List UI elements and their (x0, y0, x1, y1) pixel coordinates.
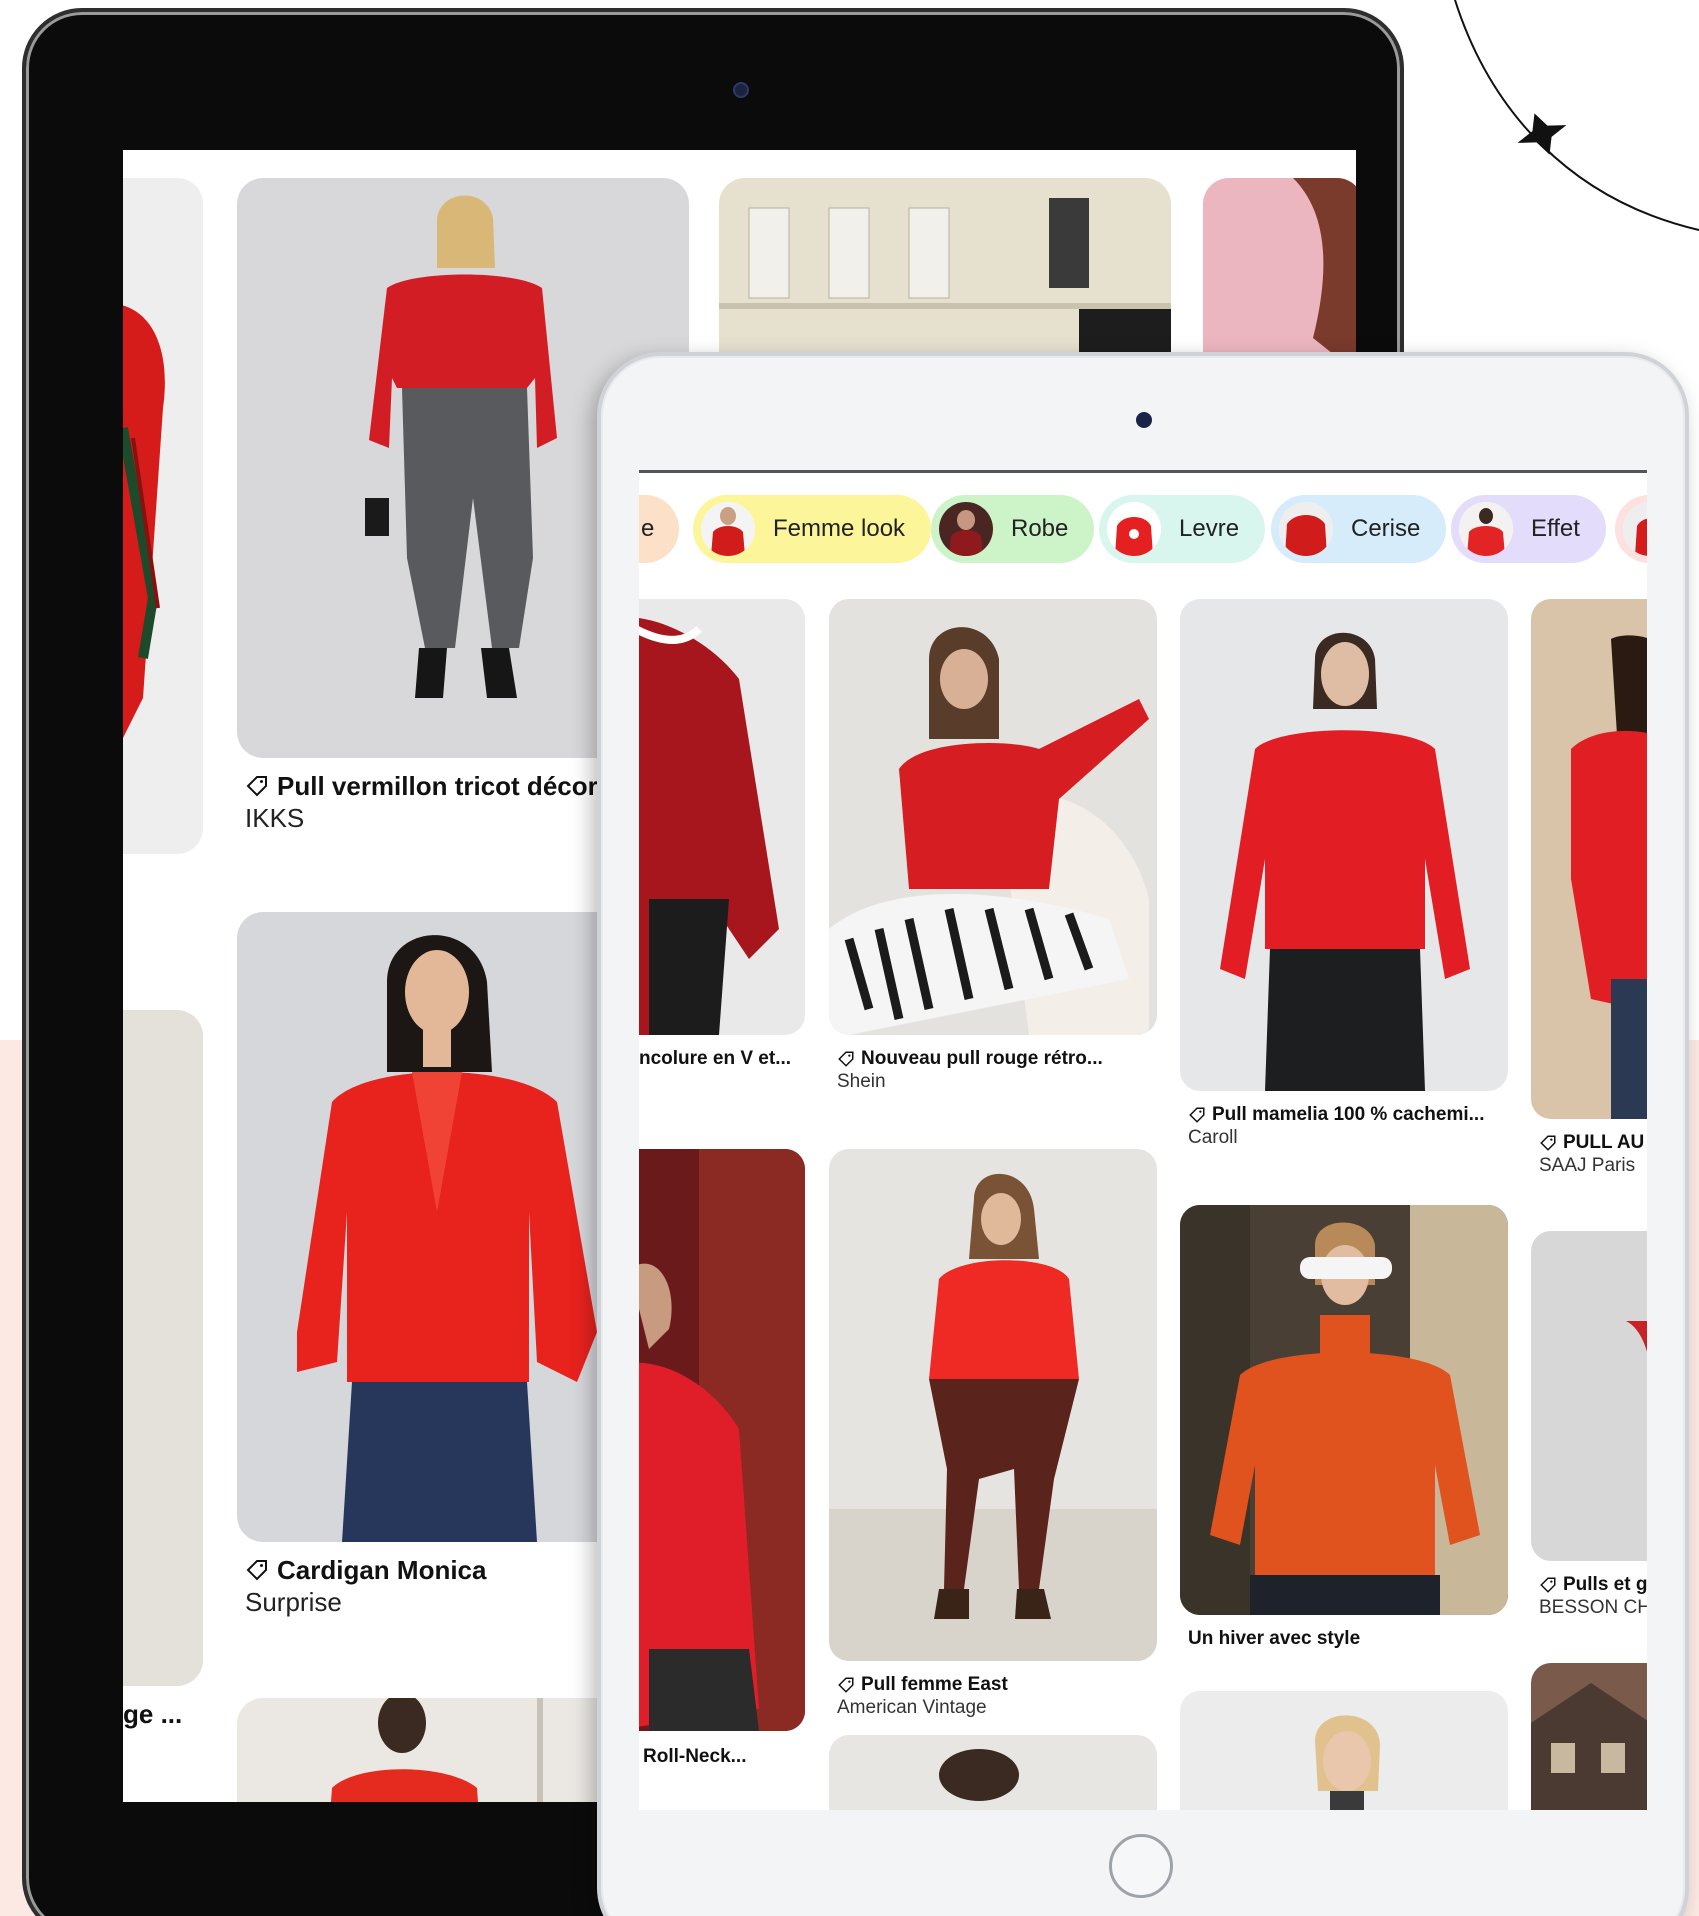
tag-icon (838, 1677, 854, 1693)
chip-levre[interactable]: Levre (1099, 495, 1266, 563)
chip-partial-right[interactable] (1615, 495, 1647, 563)
marketing-canvas: Pull vermillon tricot décor... IKKS Card… (0, 0, 1699, 1916)
pin-image-pull-femme-east[interactable] (829, 1149, 1157, 1661)
pin-title[interactable]: PULL AU (1563, 1131, 1644, 1154)
tag-icon (838, 1051, 854, 1067)
pin-title[interactable]: Cardigan Monica (277, 1554, 486, 1586)
chip-label: Effet (1531, 515, 1580, 542)
chip-effet[interactable]: Effet (1451, 495, 1606, 563)
pin-title[interactable]: ncolure en V et... (639, 1047, 805, 1070)
front-tablet: e Femme look Robe Levre Cerise Effet nco… (597, 352, 1689, 1916)
tag-icon (1189, 1107, 1205, 1123)
chip-avatar (1279, 502, 1333, 556)
chip-avatar (1107, 502, 1161, 556)
pin-caption: Roll-Neck... (643, 1745, 803, 1768)
tag-icon (246, 776, 267, 797)
home-button[interactable] (1109, 1834, 1173, 1898)
pin-image-pull-au[interactable] (1531, 599, 1647, 1119)
pin-caption: Pulls et g BESSON CH (1539, 1573, 1647, 1619)
pin-title[interactable]: Pull mamelia 100 % cachemi... (1212, 1103, 1484, 1126)
pin-source[interactable]: American Vintage (837, 1696, 1157, 1719)
pin-title[interactable]: Roll-Neck... (643, 1745, 803, 1768)
chip-avatar (939, 502, 993, 556)
chip-label: Femme look (773, 515, 906, 542)
pin-image-bottom-col2[interactable] (829, 1735, 1157, 1810)
chip-label: Cerise (1351, 515, 1421, 542)
pin-caption: Un hiver avec style (1188, 1627, 1508, 1650)
pin-image-pull-rouge-retro[interactable] (829, 599, 1157, 1035)
chip-avatar (1623, 502, 1647, 556)
decorative-arc-star (1454, 0, 1699, 231)
camera-icon (733, 82, 749, 98)
pin-image-pulls-et[interactable] (1531, 1231, 1647, 1561)
pin-title[interactable]: Pulls et g (1563, 1573, 1647, 1596)
pin-caption: ge ... (123, 1698, 203, 1730)
pin-source[interactable]: Shein (837, 1070, 1157, 1093)
pin-image-building[interactable] (719, 178, 1171, 378)
pin-image-v-neck[interactable] (639, 599, 805, 1035)
chip-label: e (641, 515, 655, 542)
pin-image-un-hiver-avec-style[interactable] (1180, 1205, 1508, 1615)
pin-caption: ncolure en V et... (639, 1047, 805, 1070)
pin-image-pink-knit[interactable] (1203, 178, 1356, 378)
chip-label: Robe (1011, 515, 1069, 542)
pin-image-roll-neck[interactable] (639, 1149, 805, 1731)
pin-title[interactable]: Pull femme East (861, 1673, 1008, 1696)
pin-source[interactable]: BESSON CH (1539, 1596, 1647, 1619)
tag-icon (246, 1560, 267, 1581)
chip-robe[interactable]: Robe (931, 495, 1095, 563)
pin-image-bottom-col3[interactable] (1180, 1691, 1508, 1810)
pin-image-pull-mamelia[interactable] (1180, 599, 1508, 1091)
tag-icon (1540, 1577, 1556, 1593)
tag-icon (1540, 1135, 1556, 1151)
pin-caption: Nouveau pull rouge rétro... Shein (837, 1047, 1157, 1093)
pin-image-scarf[interactable] (123, 178, 203, 854)
pin-title[interactable]: Pull vermillon tricot décor... (277, 770, 618, 802)
camera-icon (1136, 412, 1152, 428)
pin-caption: Pull femme East American Vintage (837, 1673, 1157, 1719)
chip-cerise[interactable]: Cerise (1271, 495, 1447, 563)
pin-caption: PULL AU SAAJ Paris (1539, 1131, 1647, 1177)
pin-title[interactable]: Un hiver avec style (1188, 1627, 1508, 1650)
pin-title[interactable]: Nouveau pull rouge rétro... (861, 1047, 1103, 1070)
chip-partial[interactable]: e (639, 495, 679, 563)
pin-image-beige[interactable] (123, 1010, 203, 1686)
chip-avatar (1459, 502, 1513, 556)
pin-source[interactable]: SAAJ Paris (1539, 1154, 1647, 1177)
front-tablet-screen: e Femme look Robe Levre Cerise Effet nco… (639, 470, 1647, 1810)
pin-source[interactable]: Caroll (1188, 1126, 1508, 1149)
chip-avatar (701, 502, 755, 556)
pin-caption: Pull mamelia 100 % cachemi... Caroll (1188, 1103, 1508, 1149)
pin-image-bottom-col4[interactable] (1531, 1663, 1647, 1810)
chip-label: Levre (1179, 515, 1240, 542)
chip-femme-look[interactable]: Femme look (693, 495, 932, 563)
pin-title[interactable]: ge ... (123, 1698, 203, 1730)
